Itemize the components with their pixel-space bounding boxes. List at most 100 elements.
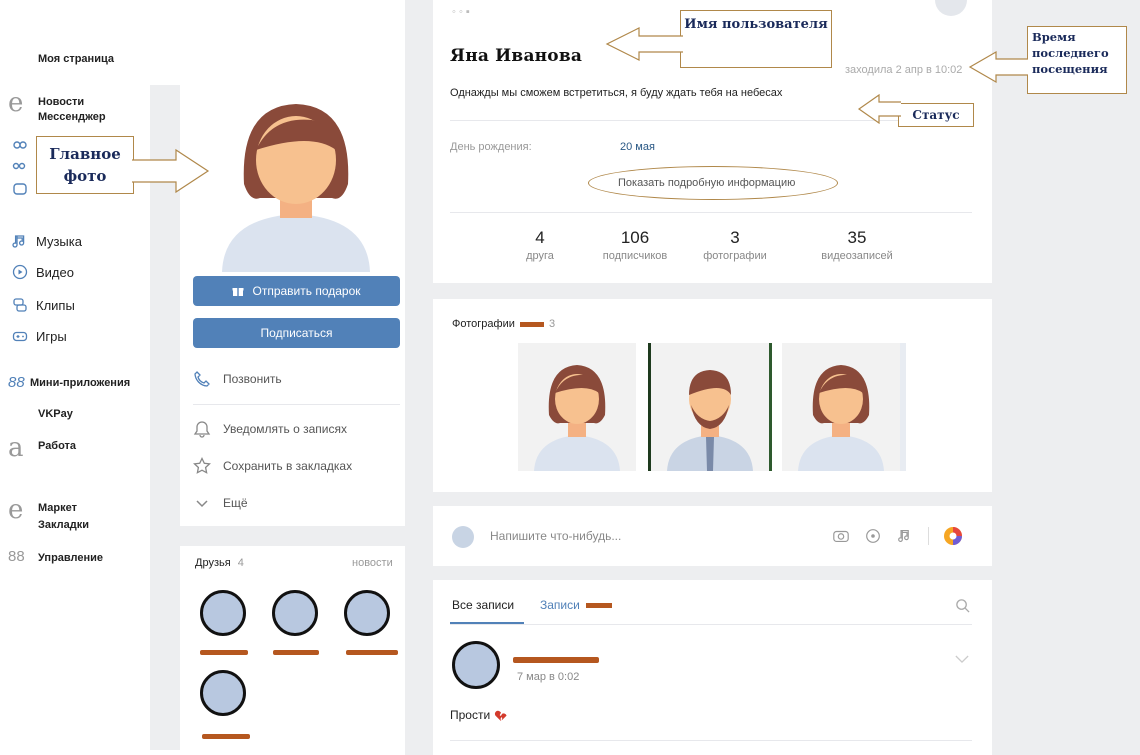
callout-main-photo: Главное фото [36,136,134,194]
video-attach-icon[interactable] [864,527,882,545]
marusia-icon[interactable] [943,526,963,546]
callout-arrow-icon [968,50,1028,84]
nav-bookmarks[interactable]: Закладки [38,519,89,531]
callout-username: Имя пользователя [680,10,832,68]
callout-arrow-icon [132,148,210,194]
nav-manage[interactable]: Управление [38,552,103,564]
redacted-mark [586,603,613,609]
friend-avatar[interactable] [200,670,246,716]
notify-menu-item[interactable]: Уведомлять о записях [193,420,347,438]
profile-name: Яна Иванова [450,46,583,66]
call-menu-item[interactable]: Позвонить [193,370,282,388]
bookmark-menu-item[interactable]: Сохранить в закладках [193,457,352,475]
callout-arrow-icon [605,27,683,61]
friends-icon [12,141,27,195]
post-text: Прости [450,708,508,722]
main-photo[interactable] [192,88,400,272]
games-icon [12,331,28,342]
phone-icon [194,371,210,387]
photo-attach-icon[interactable] [832,527,850,545]
avatar-male-icon [651,343,769,471]
callout-last-visit: Время последнего посещения [1027,26,1127,94]
broken-icon: a [8,433,24,463]
star-icon [193,457,211,474]
last-seen: заходила 2 апр в 10:02 [845,64,963,76]
nav-clips[interactable]: Клипы [12,297,75,313]
photo-thumbnail[interactable] [648,343,772,471]
top-bar-fragment: ◦ ◦ ▪ [452,6,470,18]
post-menu-chevron-icon[interactable] [955,655,969,664]
divider [193,404,400,405]
redacted-author-name [513,657,599,663]
friend-avatar[interactable] [344,590,390,636]
nav-partial-icons [12,140,32,220]
friends-news-link[interactable]: новости [352,557,393,569]
mini-apps-icon: 88 [8,374,25,391]
post-author-avatar[interactable] [452,641,500,689]
music-icon [12,235,25,248]
redacted-name [273,650,319,655]
friends-header[interactable]: Друзья 4 [195,557,244,569]
nav-market[interactable]: Маркет [38,502,77,514]
callout-status: Статус [898,103,974,127]
clips-icon [13,298,27,312]
avatar-female-icon [782,343,900,471]
stat-videos[interactable]: 35 видеозаписей [812,228,902,262]
composer-input[interactable]: Напишите что-нибудь... [490,529,621,543]
manage-icon: 88 [8,548,25,565]
friend-avatar[interactable] [200,590,246,636]
divider [928,527,929,545]
redacted-name [346,650,398,655]
avatar-female-icon [192,88,400,272]
composer-camera-icon [452,526,474,548]
divider [450,212,972,213]
background-strip [433,283,992,299]
nav-music[interactable]: Музыка [12,233,82,249]
photo-thumbnail[interactable] [782,343,906,471]
birthday-value[interactable]: 20 мая [620,141,655,153]
wall-card [433,580,992,755]
broken-icon: e [8,495,24,525]
show-more-info-link[interactable]: Показать подробную информацию [618,177,795,189]
broken-heart-icon [494,710,507,721]
nav-mini-apps[interactable]: Мини-приложения [30,377,130,389]
callout-arrow-icon [857,94,901,124]
photos-header[interactable]: Фотографии 3 [452,318,555,330]
stat-photos[interactable]: 3 фотографии [690,228,780,262]
subscribe-button[interactable]: Подписаться [193,318,400,348]
background-strip [992,0,1140,755]
nav-news[interactable]: Новости [38,96,84,108]
gift-icon [232,288,244,296]
redacted-mark [519,321,544,327]
nav-games[interactable]: Игры [12,328,67,344]
bell-icon [193,421,211,438]
background-strip [180,526,405,546]
chevron-down-icon [196,500,208,508]
redacted-name [200,650,248,655]
redacted-name [202,734,250,739]
background-strip [433,566,992,580]
profile-status[interactable]: Однажды мы сможем встретиться, я буду жд… [450,87,782,99]
stat-followers[interactable]: 106 подписчиков [590,228,680,262]
background-strip [433,492,992,506]
nav-messenger[interactable]: Мессенджер [38,111,106,123]
search-icon[interactable] [955,598,970,613]
friend-avatar[interactable] [272,590,318,636]
tab-all-posts[interactable]: Все записи [452,598,514,612]
divider [450,740,972,741]
nav-video[interactable]: Видео [12,264,74,280]
send-gift-button[interactable]: Отправить подарок [193,276,400,306]
stat-friends[interactable]: 4 друга [495,228,585,262]
more-menu-item[interactable]: Ещё [193,494,248,512]
nav-my-page[interactable]: Моя страница [38,53,114,65]
video-icon [12,264,28,280]
nav-work[interactable]: Работа [38,440,76,452]
music-attach-icon[interactable] [896,527,914,545]
post-date[interactable]: 7 мар в 0:02 [517,671,579,683]
divider [450,624,972,625]
nav-vkpay[interactable]: VKPay [38,408,73,420]
birthday-label: День рождения: [450,141,532,153]
avatar-female-icon [518,343,636,471]
photo-thumbnail[interactable] [518,343,636,471]
tab-own-posts[interactable]: Записи [540,598,613,612]
